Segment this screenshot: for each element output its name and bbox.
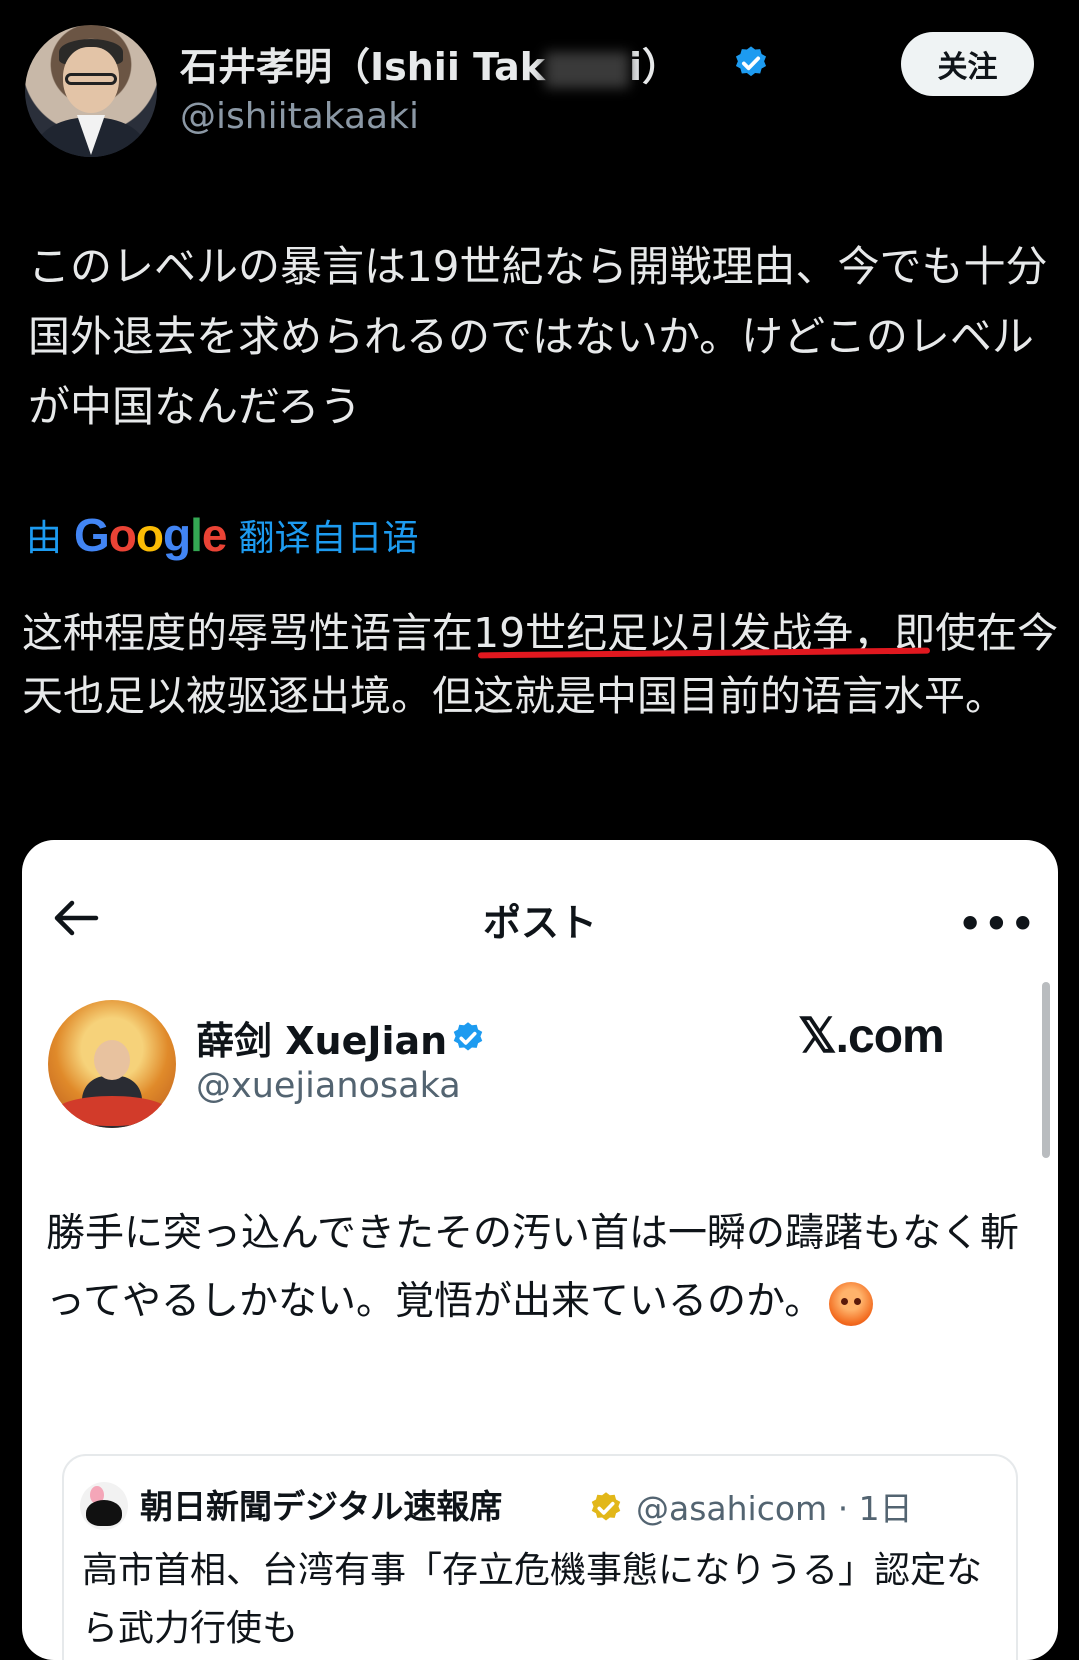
author-name-text: 石井孝明（Ishii Tak [180,45,546,89]
author-handle[interactable]: @ishiitakaaki [180,96,419,137]
translate-prefix: 由 [26,518,63,559]
quoted-post-text: 高市首相、台湾有事「存立危機事態になりうる」認定なら武力行使も [82,1550,983,1649]
scrollbar[interactable] [1042,982,1050,1158]
author-name-tail: i） [629,45,681,89]
quoted-author-handle[interactable]: @asahicom · 1日 [636,1482,913,1530]
translate-suffix: 翻译自日语 [238,518,419,559]
author-name[interactable]: 石井孝明（Ishii Tak i） [180,36,680,91]
more-options-icon[interactable]: ••• [958,902,1037,946]
embedded-post-body: 勝手に突っ込んできたその汚い首は一瞬の躊躇もなく斬ってやるしかない。覚悟が出来て… [46,1211,1020,1324]
x-com-logo: 𝕏.com [798,1010,945,1063]
google-logo: Google [74,509,227,561]
gold-verified-badge-icon [591,1492,621,1521]
embedded-post-text: 勝手に突っ込んできたその汚い首は一瞬の躊躇もなく斬ってやるしかない。覚悟が出来て… [46,1200,1036,1336]
embedded-screenshot-card[interactable]: ポスト ••• 薛剑 XueJian @xuejianosaka 𝕏.com 勝… [22,840,1058,1660]
quoted-author-name[interactable]: 朝日新聞デジタル速報席 [140,1480,502,1528]
verified-badge-icon [735,46,767,77]
follow-button[interactable]: 关注 [901,32,1034,96]
screen-title: ポスト [482,901,597,945]
embedded-author-avatar[interactable] [48,1000,176,1128]
quoted-author-avatar[interactable] [80,1482,128,1530]
blurred-name-segment [545,51,630,88]
angry-face-icon [829,1281,874,1326]
embedded-author-name[interactable]: 薛剑 XueJian [196,1010,447,1065]
verified-badge-icon [453,1022,483,1051]
author-avatar[interactable] [25,25,157,157]
translation-attribution[interactable]: 由 Google 翻译自日语 [26,508,419,562]
post-original-text: このレベルの暴言は19世紀なら開戦理由、今でも十分国外退去を求められるのではない… [28,242,1048,431]
embedded-author-handle[interactable]: @xuejianosaka [196,1066,461,1106]
post-translated-text: 这种程度的辱骂性语言在19世纪足以引发战争，即使在今天也足以被驱逐出境。但这就是… [22,609,1059,720]
